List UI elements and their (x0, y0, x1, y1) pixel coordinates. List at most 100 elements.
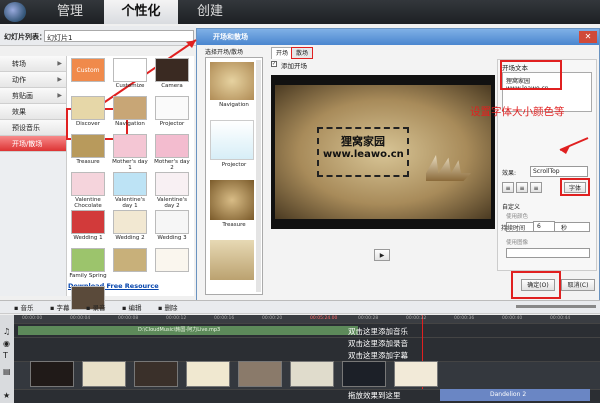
thumb-label: Camera (161, 83, 183, 89)
ruler-tick: 00:00:36 (454, 316, 475, 321)
template-thumb[interactable]: Custom (68, 58, 108, 83)
thumb-image (155, 58, 189, 82)
video-clip[interactable] (342, 361, 386, 387)
menu-item-5[interactable]: 开场/散场 (0, 136, 66, 152)
thumb-image (71, 96, 105, 120)
template-thumb[interactable]: Wedding 2 (110, 210, 150, 241)
zoom-slider[interactable] (516, 305, 596, 308)
video-clip[interactable] (238, 361, 282, 387)
ruler-tick: 00:05:24.00 (310, 316, 338, 321)
ruler-tick: 00:00:04 (70, 316, 91, 321)
thumb-image (113, 248, 147, 272)
thumb-label: Mother's day 1 (112, 159, 148, 171)
film-icon: ▤ (3, 367, 11, 376)
video-clip[interactable] (82, 361, 126, 387)
video-clip[interactable] (394, 361, 438, 387)
template-thumb[interactable]: Wedding 1 (68, 210, 108, 241)
ruler-tick: 00:00:12 (166, 316, 187, 321)
tool-1[interactable]: ▪ 字幕 (50, 302, 69, 312)
template-thumb[interactable] (110, 248, 150, 273)
thumb-image (113, 172, 147, 196)
star-icon: ★ (3, 391, 11, 400)
hint-effect: 拖放效果到这里 (348, 391, 401, 400)
thumb-label: Valentine's day 1 (114, 197, 146, 209)
ruler-tick: 00:00:16 (214, 316, 235, 321)
template-thumb[interactable] (152, 248, 192, 273)
ruler-tick: 00:00:28 (358, 316, 379, 321)
thumb-image (113, 210, 147, 234)
template-thumb[interactable]: Mother's day 1 (110, 134, 150, 171)
ruler-tick: 00:00:44 (550, 316, 571, 321)
template-thumb[interactable]: Valentine's day 1 (110, 172, 150, 209)
thumb-image (71, 134, 105, 158)
template-thumb[interactable]: Treasure (68, 134, 108, 165)
dandelion-clip[interactable]: Dandelion 2 (440, 389, 590, 401)
thumb-image (155, 248, 189, 272)
hint-record: 双击这里添加录音 (348, 339, 408, 348)
template-thumb[interactable]: Discover (68, 96, 108, 127)
hint-music: 双击这里添加音乐 (348, 327, 408, 336)
audio-track[interactable]: D:\CloudMusic\韩国-阿力Live.mp3 (14, 323, 600, 337)
thumb-image (71, 248, 105, 272)
template-thumb[interactable]: Navigation (110, 96, 150, 127)
template-thumb[interactable]: Projector (152, 96, 192, 127)
thumb-image (71, 210, 105, 234)
track-icons-column: ♫ ◉ T ▤ ★ (0, 315, 14, 403)
menu-item-2[interactable]: 剪贴画 ▶ (0, 88, 66, 104)
audio-clip[interactable]: D:\CloudMusic\韩国-阿力Live.mp3 (18, 326, 358, 335)
thumb-image (155, 134, 189, 158)
menu-item-1[interactable]: 动作 ▶ (0, 72, 66, 88)
ruler-tick: 00:00:00 (22, 316, 43, 321)
thumb-image (71, 172, 105, 196)
thumb-image (113, 134, 147, 158)
thumb-label: Valentine Chocolate (74, 197, 102, 209)
thumb-label: Wedding 1 (73, 235, 103, 241)
thumb-label: Mother's day 2 (154, 159, 190, 171)
music-note-icon: ♫ (3, 327, 11, 336)
template-thumb[interactable]: Valentine Chocolate (68, 172, 108, 209)
ruler-tick: 00:00:20 (262, 316, 283, 321)
tool-3[interactable]: ▪ 编辑 (122, 302, 141, 312)
video-clip[interactable] (186, 361, 230, 387)
thumb-label: Wedding 3 (157, 235, 187, 241)
text-icon: T (3, 351, 8, 360)
thumb-image (155, 96, 189, 120)
thumb-image (155, 210, 189, 234)
tool-0[interactable]: ▪ 音乐 (14, 302, 33, 312)
thumb-label: Wedding 2 (115, 235, 145, 241)
tool-2[interactable]: ▪ 录音 (86, 302, 105, 312)
template-thumb[interactable]: Valentine's day 2 (152, 172, 192, 209)
menu-item-3[interactable]: 效果 (0, 104, 66, 120)
template-thumb[interactable]: Camera (152, 58, 192, 89)
thumb-label: Discover (76, 121, 100, 127)
text-track[interactable] (14, 337, 600, 361)
thumb-image (113, 96, 147, 120)
thumb-image (155, 172, 189, 196)
mic-icon: ◉ (3, 339, 10, 348)
template-thumb[interactable]: Wedding 3 (152, 210, 192, 241)
thumb-label: Valentine's day 2 (156, 197, 188, 209)
template-thumb[interactable]: Customize (110, 58, 150, 89)
thumb-label: Customize (115, 83, 145, 89)
menu-item-0[interactable]: 转场 ▶ (0, 56, 66, 72)
menu-item-4[interactable]: 预设音乐 (0, 120, 66, 136)
thumb-image (113, 58, 147, 82)
thumb-label: Projector (159, 121, 185, 127)
thumb-label: Navigation (115, 121, 145, 127)
thumb-label: Family Spring (69, 273, 107, 279)
video-clip[interactable] (134, 361, 178, 387)
video-clip[interactable] (30, 361, 74, 387)
chevron-right-icon: ▶ (57, 76, 62, 83)
video-clip[interactable] (290, 361, 334, 387)
thumb-image: Custom (71, 58, 105, 82)
template-thumb[interactable]: Family Spring (68, 248, 108, 279)
template-thumb[interactable]: Mother's day 2 (152, 134, 192, 171)
tool-4[interactable]: ▪ 删除 (158, 302, 177, 312)
chevron-right-icon: ▶ (57, 92, 62, 99)
ruler-tick: 00:00:40 (502, 316, 523, 321)
chevron-right-icon: ▶ (57, 60, 62, 67)
hint-subtitle: 双击这里添加字幕 (348, 351, 408, 360)
thumb-label: Treasure (76, 159, 100, 165)
ruler-tick: 00:00:08 (118, 316, 139, 321)
ruler-tick: 00:00:32 (406, 316, 427, 321)
